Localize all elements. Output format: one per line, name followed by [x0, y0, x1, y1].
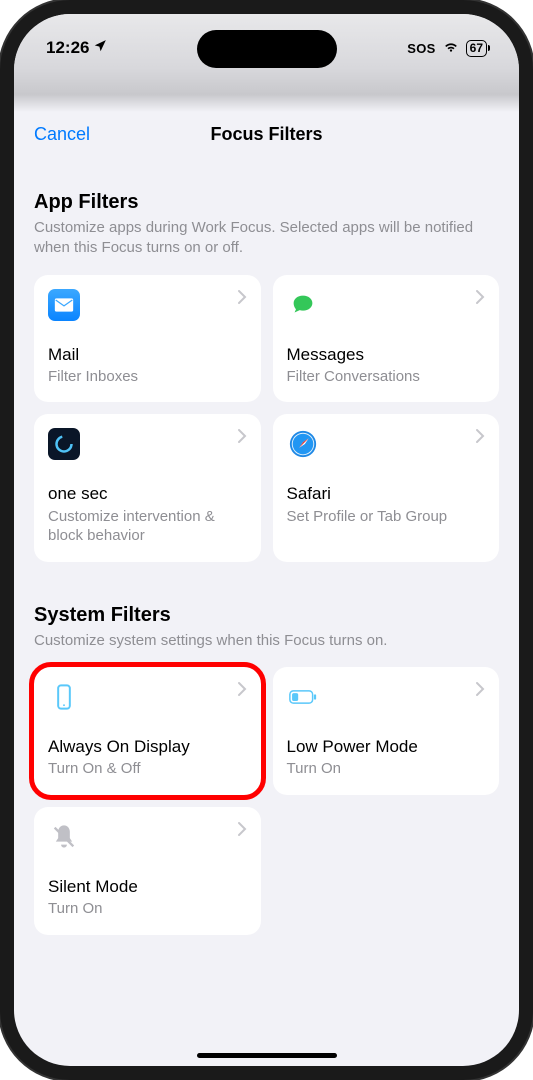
battery-icon: 67 — [466, 40, 487, 57]
chevron-right-icon — [237, 289, 247, 310]
card-subtitle: Turn On — [287, 759, 486, 779]
system-filters-title: System Filters — [34, 604, 499, 627]
filter-card-mail[interactable]: Mail Filter Inboxes — [34, 275, 261, 403]
filter-card-always-on-display[interactable]: Always On Display Turn On & Off — [34, 667, 261, 795]
phone-frame: 12:26 SOS 67 Cancel Focus Filters — [0, 0, 533, 1080]
time-label: 12:26 — [46, 38, 89, 58]
chevron-right-icon — [475, 428, 485, 449]
chevron-right-icon — [237, 428, 247, 449]
chevron-right-icon — [237, 681, 247, 702]
cancel-button[interactable]: Cancel — [34, 124, 90, 145]
card-title: one sec — [48, 484, 247, 504]
chevron-right-icon — [475, 681, 485, 702]
chevron-right-icon — [475, 289, 485, 310]
filter-card-safari[interactable]: Safari Set Profile or Tab Group — [273, 414, 500, 561]
location-icon — [93, 38, 107, 58]
onesec-icon — [48, 428, 80, 460]
home-indicator[interactable] — [197, 1053, 337, 1058]
card-subtitle: Filter Conversations — [287, 367, 486, 387]
filter-card-low-power[interactable]: Low Power Mode Turn On — [273, 667, 500, 795]
content: App Filters Customize apps during Work F… — [14, 191, 519, 935]
card-title: Safari — [287, 484, 486, 504]
messages-icon — [287, 289, 319, 321]
battery-level: 67 — [470, 41, 483, 55]
page-title: Focus Filters — [210, 124, 322, 145]
card-subtitle: Customize intervention & block behavior — [48, 507, 247, 546]
header-blur — [14, 68, 519, 112]
app-filters-section: App Filters Customize apps during Work F… — [34, 191, 499, 562]
card-title: Messages — [287, 345, 486, 365]
phone-icon — [48, 681, 80, 713]
safari-icon — [287, 428, 319, 460]
status-time: 12:26 — [46, 38, 107, 58]
filter-card-messages[interactable]: Messages Filter Conversations — [273, 275, 500, 403]
system-filters-grid: Always On Display Turn On & Off L — [34, 667, 499, 935]
app-filters-desc: Customize apps during Work Focus. Select… — [34, 218, 499, 259]
app-filters-grid: Mail Filter Inboxes Messages — [34, 275, 499, 562]
system-filters-section: System Filters Customize system settings… — [34, 604, 499, 935]
battery-low-icon — [287, 681, 319, 713]
dynamic-island — [197, 30, 337, 68]
filter-card-silent-mode[interactable]: Silent Mode Turn On — [34, 807, 261, 935]
nav-bar: Cancel Focus Filters — [14, 112, 519, 163]
card-title: Mail — [48, 345, 247, 365]
bell-slash-icon — [48, 821, 80, 853]
chevron-right-icon — [237, 821, 247, 842]
card-title: Always On Display — [48, 737, 247, 757]
card-title: Low Power Mode — [287, 737, 486, 757]
card-subtitle: Turn On — [48, 899, 247, 919]
card-subtitle: Set Profile or Tab Group — [287, 507, 486, 527]
app-filters-title: App Filters — [34, 191, 499, 214]
mail-icon — [48, 289, 80, 321]
card-subtitle: Filter Inboxes — [48, 367, 247, 387]
filter-card-onesec[interactable]: one sec Customize intervention & block b… — [34, 414, 261, 561]
status-icons: SOS 67 — [407, 40, 487, 57]
card-subtitle: Turn On & Off — [48, 759, 247, 779]
card-title: Silent Mode — [48, 877, 247, 897]
phone-screen: 12:26 SOS 67 Cancel Focus Filters — [14, 14, 519, 1066]
system-filters-desc: Customize system settings when this Focu… — [34, 631, 499, 651]
wifi-icon — [442, 40, 460, 57]
sos-label: SOS — [407, 41, 435, 56]
